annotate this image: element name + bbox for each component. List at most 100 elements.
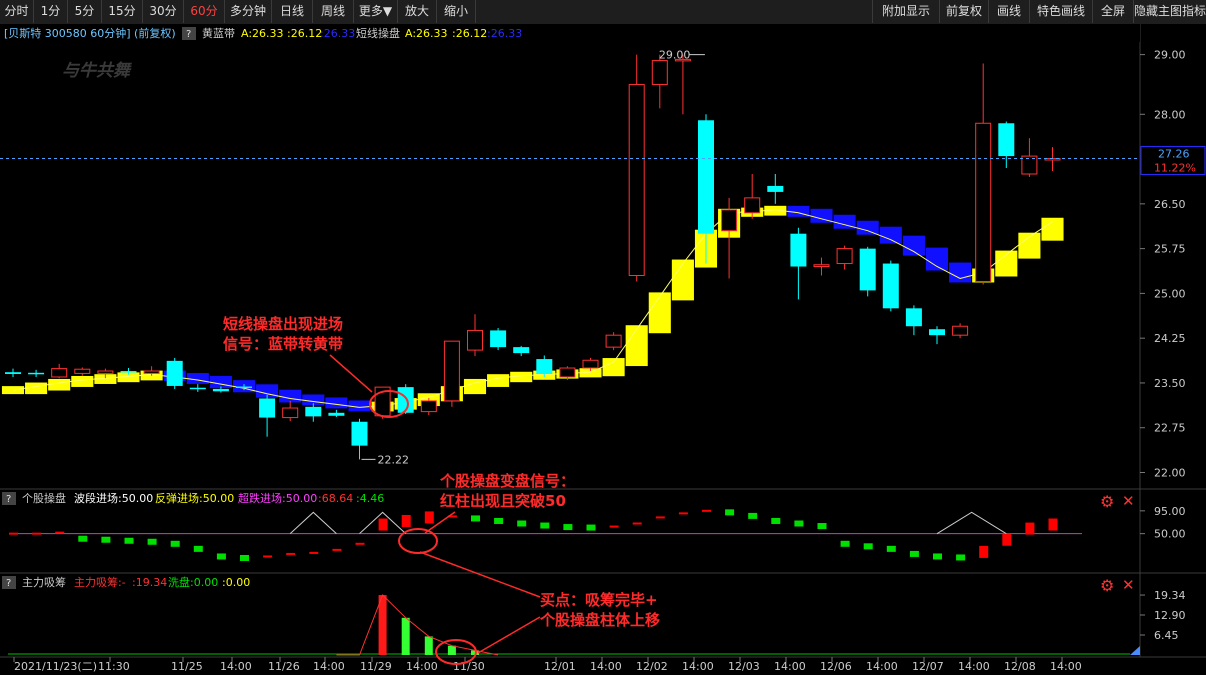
accumulation-bar (401, 617, 410, 655)
low-price-label: 22.22 (378, 453, 410, 466)
time-tick-label: 12/02 (636, 660, 668, 673)
oscillator-bar (147, 538, 157, 545)
oscillator-bar (9, 532, 18, 535)
oscillator-bar (771, 517, 781, 524)
candle-body-down (328, 412, 345, 416)
indicator-1-value-b: :26.12 (287, 27, 322, 40)
candle-body-down (698, 120, 714, 234)
help-button[interactable]: ? (186, 29, 191, 40)
band-segment (279, 389, 302, 403)
oscillator-bar (886, 545, 896, 552)
sub2-param-2: 洗盘:0.00 (168, 575, 218, 589)
oscillator-bar (863, 543, 873, 550)
candle-body-up (282, 407, 299, 419)
time-tick-label: 11/25 (171, 660, 203, 673)
sub2-param-1: 主力吸筹:- (74, 575, 126, 589)
indicator-1-value-c: :26.33 (320, 27, 355, 40)
close-icon[interactable]: ✕ (1122, 576, 1135, 594)
price-tick-label: 26.50 (1154, 198, 1186, 211)
candle-body-up (651, 60, 668, 85)
oscillator-bar (78, 535, 88, 542)
oscillator-bar (1025, 522, 1035, 535)
oscillator-bar (840, 540, 850, 547)
candle-body-down (929, 329, 945, 336)
sub1-help-button[interactable]: ? (6, 494, 11, 505)
annotation-2-line-1: 个股操盘变盘信号： (439, 472, 575, 490)
candle-body-down (859, 248, 876, 291)
time-tick-label: 11/26 (268, 660, 300, 673)
band-segment (902, 235, 925, 256)
band-segment (209, 375, 232, 389)
candle (605, 332, 622, 351)
oscillator-bar (494, 517, 504, 524)
time-tick-label: 12/03 (728, 660, 760, 673)
oscillator-bar (609, 525, 619, 528)
sub2-tick-label: 12.90 (1154, 609, 1186, 622)
oscillator-bar (586, 524, 596, 531)
time-tick-label: 12/06 (820, 660, 852, 673)
time-tick-label: 14:00 (774, 660, 806, 673)
candle-body-up (467, 329, 483, 351)
annotation-3-line-1: 买点：吸筹完毕+ (540, 591, 658, 609)
settings-gear-icon[interactable]: ⚙ (1100, 492, 1114, 511)
sub2-tick-label: 6.45 (1154, 629, 1179, 642)
oscillator-bar (817, 523, 827, 530)
stock-title: [贝斯特 300580 60分钟] (前复权) (4, 26, 176, 40)
sub1-value-2: :4.46 (356, 492, 384, 505)
settings-gear-icon[interactable]: ⚙ (1100, 576, 1114, 595)
candle-body-down (490, 330, 507, 348)
candle-body-down (305, 406, 322, 417)
oscillator-bar (263, 555, 273, 558)
band-segment (856, 220, 879, 235)
time-tick-label: 14:00 (958, 660, 990, 673)
oscillator-bar (979, 545, 989, 558)
sub2-help-button[interactable]: ? (6, 578, 11, 589)
oscillator-bar (933, 553, 942, 560)
close-icon[interactable]: ✕ (1122, 492, 1135, 510)
time-tick-label: 14:00 (1050, 660, 1082, 673)
candle-body-down (166, 360, 183, 386)
sub2-tick-label: 19.34 (1154, 589, 1186, 602)
sub2-indicator-name: 主力吸筹 (22, 575, 66, 589)
candle-body-down (28, 372, 45, 375)
oscillator-bar (956, 554, 966, 561)
sub2-value-1: :19.34 (132, 576, 167, 589)
indicator-name-2: 短线操盘 (356, 26, 400, 40)
candle-body-down (767, 185, 784, 192)
candle-body-down (212, 388, 229, 392)
price-tick-label: 25.00 (1154, 287, 1186, 300)
candle-body-down (998, 123, 1015, 157)
oscillator-bar (193, 545, 203, 552)
annotation-1-line-2: 信号：蓝带转黄带 (223, 335, 343, 353)
time-tick-label: 11/29 (360, 660, 392, 673)
time-tick-label: 14:00 (220, 660, 252, 673)
oscillator-bar (1002, 533, 1012, 546)
price-tick-label: 28.00 (1154, 108, 1186, 121)
candle-body-up (836, 248, 853, 265)
band-segment (1, 386, 25, 395)
candle-body-up (605, 334, 622, 348)
oscillator-bar (424, 511, 434, 524)
candle-body-down (351, 421, 368, 446)
candle-body-up (813, 264, 830, 268)
oscillator-bar (216, 553, 226, 560)
indicator-1-value-a: A:26.33 (241, 27, 284, 40)
oscillator-bar (170, 540, 180, 547)
candle-body-up (975, 122, 992, 282)
price-tick-label: 22.00 (1154, 467, 1186, 480)
candle-body-down (513, 347, 530, 354)
candle-body-up (744, 197, 761, 214)
band-segment (625, 325, 648, 367)
watermark: 与牛共舞 (62, 61, 132, 81)
oscillator-bar (240, 554, 249, 561)
candle-body-up (559, 367, 576, 378)
candle-body-down (790, 233, 807, 267)
candle-body-up (721, 209, 738, 232)
candle-body-down (905, 308, 922, 327)
candle-body-up (74, 368, 91, 374)
sub1-param-1: 波段进场:50.00 (74, 491, 153, 505)
sub1-indicator-name: 个股操盘 (22, 491, 66, 505)
band-segment (487, 374, 510, 387)
candle (882, 260, 899, 312)
candle-body-up (443, 340, 460, 402)
